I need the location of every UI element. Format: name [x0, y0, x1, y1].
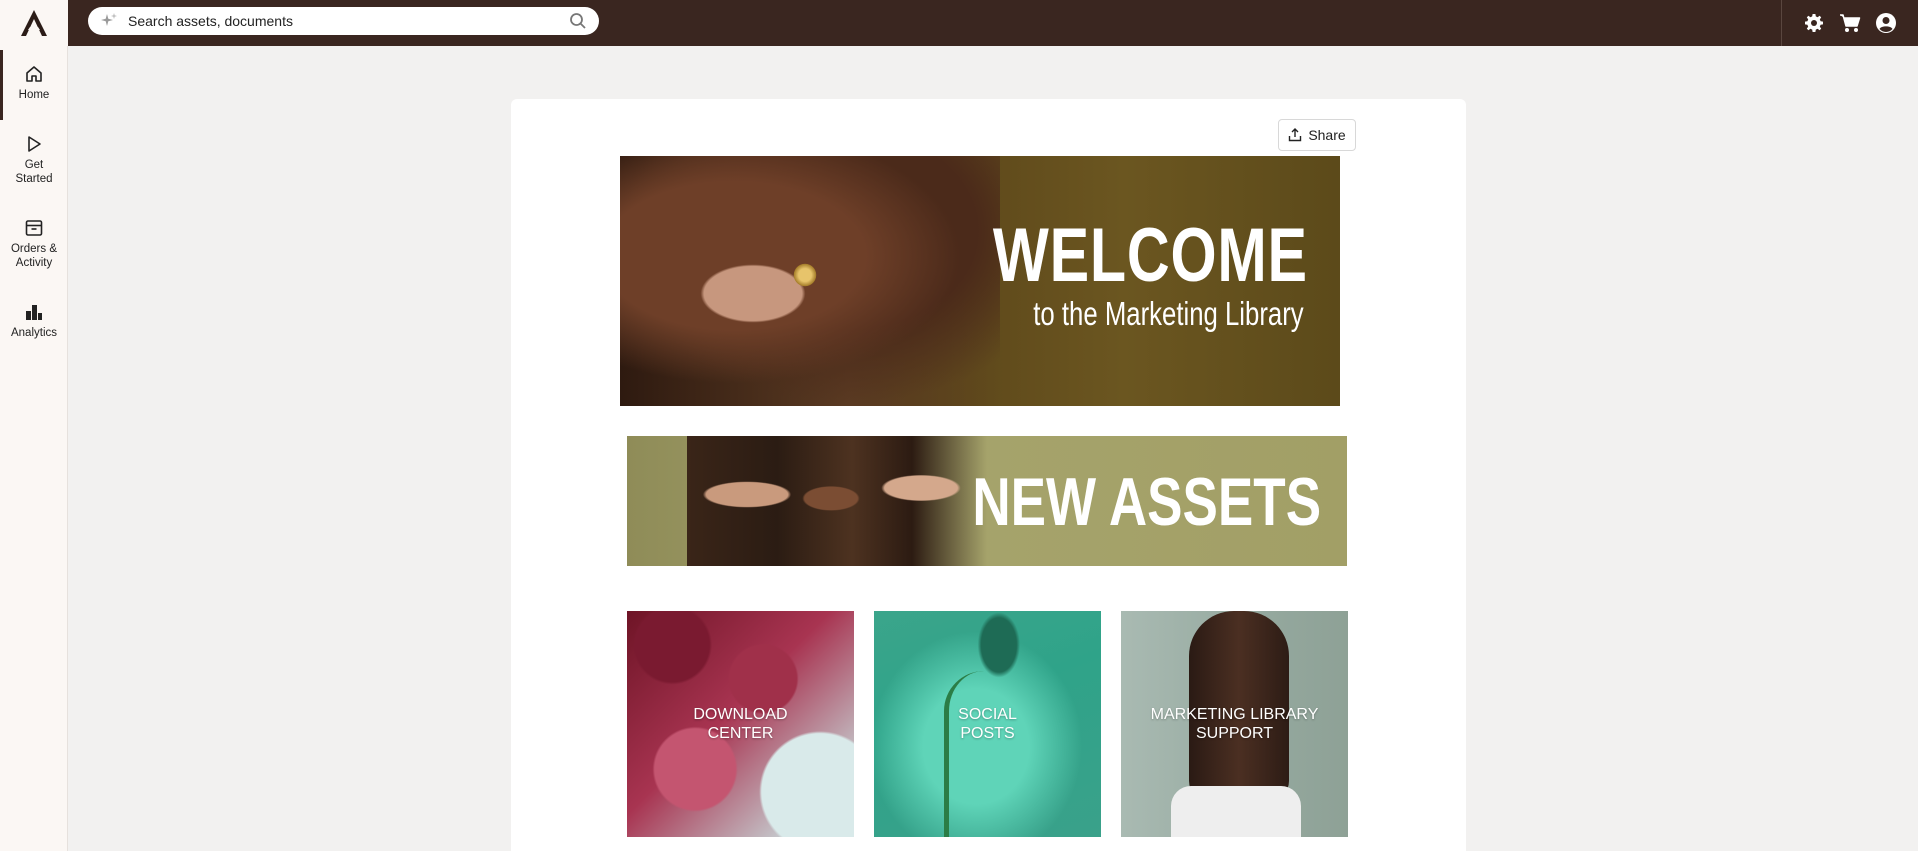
tile-marketing-library-support[interactable]: MARKETING LIBRARY SUPPORT	[1121, 611, 1348, 837]
sidebar-item-label: Get Started	[15, 159, 53, 185]
sidebar-item-orders-activity[interactable]: Orders & Activity	[0, 218, 68, 270]
sidebar-item-home[interactable]: Home	[0, 50, 68, 120]
share-label: Share	[1308, 127, 1346, 143]
banner-earring-detail	[792, 262, 818, 288]
sidebar-item-analytics[interactable]: Analytics	[0, 302, 68, 340]
sidebar-item-get-started[interactable]: Get Started	[0, 134, 68, 186]
tile-photo-detail	[1171, 786, 1301, 837]
logo-icon[interactable]	[0, 0, 68, 46]
tile-download-center[interactable]: DOWNLOAD CENTER	[627, 611, 854, 837]
share-icon	[1289, 128, 1302, 142]
tile-label: DOWNLOAD CENTER	[693, 706, 788, 742]
sidebar-item-label: Analytics	[10, 327, 58, 339]
banner-photo	[687, 436, 987, 566]
play-icon	[28, 136, 41, 152]
top-actions	[1781, 0, 1918, 46]
archive-icon	[25, 220, 43, 236]
new-assets-title: NEW ASSETS	[972, 464, 1321, 540]
analytics-icon	[26, 305, 42, 320]
tile-label: MARKETING LIBRARY SUPPORT	[1150, 706, 1319, 742]
tile-social-posts[interactable]: SOCIAL POSTS	[874, 611, 1101, 837]
welcome-banner[interactable]: WELCOME to the Marketing Library	[620, 156, 1340, 406]
tile-photo-detail	[944, 671, 984, 837]
welcome-title: WELCOME	[992, 213, 1308, 298]
tile-label: SOCIAL POSTS	[958, 706, 1017, 742]
share-button[interactable]: Share	[1278, 119, 1356, 151]
search-input[interactable]	[128, 13, 569, 29]
search-icon[interactable]	[569, 12, 587, 30]
home-icon	[26, 66, 42, 82]
sidebar-item-label: Orders & Activity	[10, 243, 57, 269]
gear-icon[interactable]	[1802, 11, 1826, 35]
sidebar-item-label: Home	[18, 89, 50, 101]
sidebar: Home Get Started Orders & Activity Analy…	[0, 46, 68, 851]
new-assets-banner[interactable]: NEW ASSETS	[627, 436, 1347, 566]
ai-sparkle-icon	[101, 13, 117, 26]
search-bar[interactable]	[88, 7, 599, 35]
account-icon[interactable]	[1874, 11, 1898, 35]
cart-icon[interactable]	[1838, 11, 1862, 35]
welcome-subtitle: to the Marketing Library	[1033, 295, 1304, 332]
top-bar	[0, 0, 1918, 46]
